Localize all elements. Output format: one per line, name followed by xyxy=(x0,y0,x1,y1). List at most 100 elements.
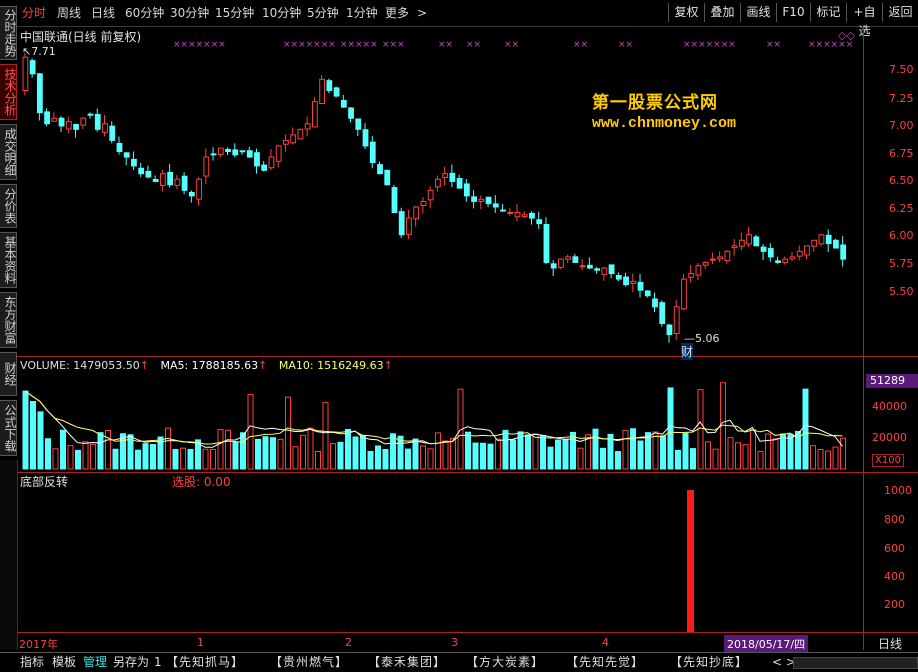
volume-bar xyxy=(442,440,449,470)
candle-body xyxy=(644,290,651,297)
period-tab-30min[interactable]: 30分钟 xyxy=(170,4,209,22)
formula-tab-3[interactable]: 【泰禾集团】 xyxy=(368,655,446,670)
volume-bar xyxy=(705,441,711,470)
volume-bar xyxy=(547,446,554,470)
volume-value: VOLUME: 1479053.50 xyxy=(20,359,140,372)
candle-body xyxy=(818,234,825,245)
date-axis: 2017年 1 2 3 4 2018/05/17/四 日线 xyxy=(17,633,918,653)
candle-body xyxy=(492,203,499,208)
signal-x-marks: ×× xyxy=(438,40,453,50)
bottom-tab-template[interactable]: 模板 xyxy=(52,655,76,670)
candle-body xyxy=(167,171,174,186)
volume-bar xyxy=(112,448,119,470)
formula-tab-1[interactable]: 【先知抓马】 xyxy=(166,655,244,670)
indicator-tick: 800 xyxy=(884,513,905,526)
period-tab-60min[interactable]: 60分钟 xyxy=(125,4,164,22)
volume-bar xyxy=(217,429,224,470)
volume-bar xyxy=(487,443,494,470)
candle-body xyxy=(572,256,579,263)
candle-body xyxy=(666,324,673,336)
candle-body xyxy=(840,244,847,260)
bottom-scrollbar[interactable] xyxy=(793,657,918,669)
candle-body xyxy=(174,178,181,186)
bottom-tab-indicator[interactable]: 指标 xyxy=(20,655,44,670)
period-tab-more[interactable]: 更多 xyxy=(385,4,409,22)
volume-bar xyxy=(742,444,749,470)
volume-chart[interactable] xyxy=(18,357,863,472)
volume-bar xyxy=(60,429,66,470)
period-tab-weekly[interactable]: 周线 xyxy=(57,4,81,22)
bottom-tab-page[interactable]: 1 xyxy=(154,655,162,670)
fuquan-button[interactable]: 复权 xyxy=(668,3,704,22)
volume-bar xyxy=(247,394,254,470)
candle-body xyxy=(413,206,420,220)
indicator-chart[interactable] xyxy=(18,473,863,632)
formula-tab-2[interactable]: 【贵州燃气】 xyxy=(270,655,348,670)
formula-tab-5[interactable]: 【先知先觉】 xyxy=(566,655,644,670)
candle-body xyxy=(87,113,94,116)
candle-body xyxy=(724,250,731,262)
overlay-button[interactable]: 叠加 xyxy=(704,3,740,22)
candle-body xyxy=(427,189,434,201)
kline-chart[interactable]: ××××××× ××××××× ××××× ××× ×× ×× ×× ×× ×× ××××××× ×… xyxy=(18,27,863,356)
candle-body xyxy=(145,170,152,178)
candle-body xyxy=(615,275,622,280)
candle-body xyxy=(449,172,456,182)
period-tab-1min[interactable]: 1分钟 xyxy=(346,4,378,22)
price-tick: 6.00 xyxy=(889,229,914,242)
period-tab-10min[interactable]: 10分钟 xyxy=(262,4,301,22)
candle-body xyxy=(377,164,383,175)
bottom-tab-saveas[interactable]: 另存为 xyxy=(113,655,149,670)
period-toolbar: 分时 周线 日线 60分钟 30分钟 15分钟 10分钟 5分钟 1分钟 更多 … xyxy=(0,0,918,38)
cursor-date-label: 2018/05/17/四 xyxy=(724,635,809,653)
volume-bar xyxy=(495,438,501,470)
side-tab-eastmoney[interactable]: 东方财富 xyxy=(0,292,17,348)
bottom-tab-manage[interactable]: 管理 xyxy=(83,655,107,670)
period-tab-15min[interactable]: 15分钟 xyxy=(215,4,254,22)
add-watchlist-button[interactable]: +自选 xyxy=(846,3,882,38)
signal-x-marks: ×× xyxy=(766,40,781,50)
volume-bar xyxy=(307,427,314,470)
candle-body xyxy=(717,256,724,260)
signal-x-marks: ××××××× xyxy=(283,40,336,50)
back-button[interactable]: 返回 xyxy=(882,3,918,22)
candle-body xyxy=(521,214,528,218)
side-tab-basic-info[interactable]: 基本资料 xyxy=(0,232,17,288)
side-tab-technical[interactable]: 技术分析 xyxy=(0,64,17,120)
period-tab-5min[interactable]: 5分钟 xyxy=(307,4,339,22)
candle-body xyxy=(210,153,217,156)
side-tab-trades[interactable]: 成交明细 xyxy=(0,124,17,180)
candle-body xyxy=(536,219,543,225)
f10-button[interactable]: F10 xyxy=(776,3,810,22)
candle-body xyxy=(463,183,470,197)
side-tab-price-table[interactable]: 分价表 xyxy=(0,184,17,228)
date-tick: 1 xyxy=(197,636,204,649)
candle-body xyxy=(688,273,695,278)
side-tab-formula-download[interactable]: 公式下载 xyxy=(0,400,17,456)
date-tick: 2017年 xyxy=(19,638,58,651)
signal-x-marks: ××××××× xyxy=(173,40,226,50)
signal-x-marks: ××××××× xyxy=(683,40,736,50)
period-tab-fenshi[interactable]: 分时 xyxy=(22,4,46,22)
draw-line-button[interactable]: 画线 xyxy=(740,3,776,22)
period-tab-daily[interactable]: 日线 xyxy=(91,4,115,22)
formula-tab-4[interactable]: 【方大炭素】 xyxy=(466,655,544,670)
candle-body xyxy=(456,178,463,189)
volume-bar xyxy=(412,438,419,470)
volume-bar xyxy=(292,446,299,470)
side-tab-finance[interactable]: 财经 xyxy=(0,352,17,396)
candle-body xyxy=(420,200,427,207)
corner-diamond-icon[interactable]: ◇◇ xyxy=(838,29,855,42)
side-tab-fenshi[interactable]: 分时走势 xyxy=(0,6,17,60)
candle-body xyxy=(188,191,195,197)
more-arrow-icon[interactable]: > xyxy=(417,4,427,22)
high-price-value: 7.71 xyxy=(31,45,56,58)
volume-bar xyxy=(225,429,231,470)
candle-body xyxy=(203,156,210,177)
volume-bar xyxy=(285,396,291,470)
mark-button[interactable]: 标记 xyxy=(810,3,846,22)
price-tick: 6.25 xyxy=(889,202,914,215)
candle-body xyxy=(44,111,50,125)
formula-tab-6[interactable]: 【先知抄底】 xyxy=(670,655,748,670)
date-tick: 4 xyxy=(602,636,609,649)
